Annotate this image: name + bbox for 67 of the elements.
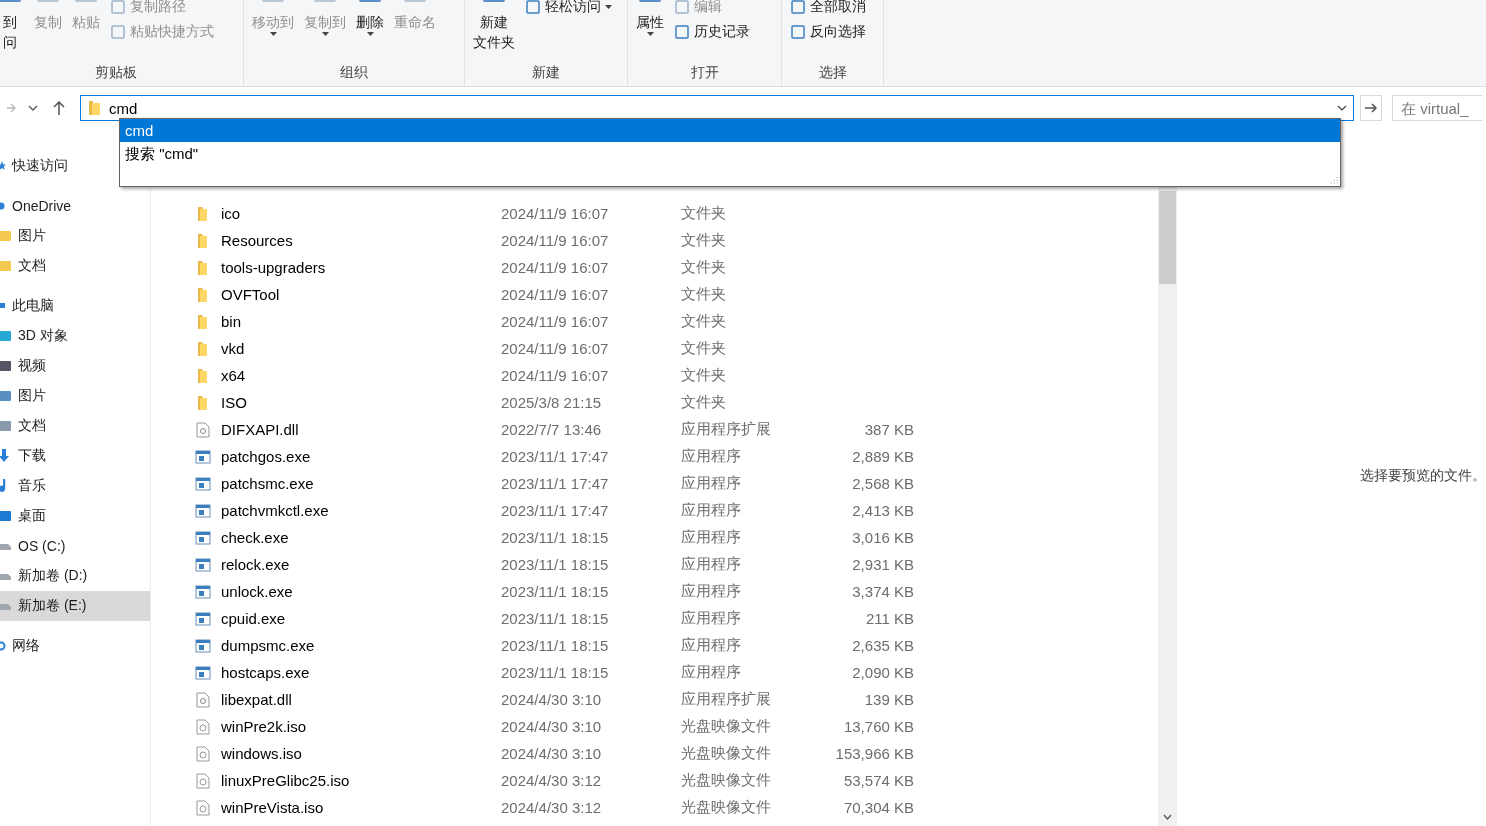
- file-size: 2,413 KB: [851, 502, 914, 519]
- file-date: 2024/4/30 3:10: [501, 745, 603, 762]
- file-date: 2022/7/7 13:46: [501, 421, 603, 438]
- file-type: 文件夹: [681, 312, 727, 331]
- file-type: 光盘映像文件: [681, 798, 772, 817]
- file-date: 2024/11/9 16:07: [501, 259, 610, 276]
- file-date: 2023/11/1 18:15: [501, 583, 610, 600]
- file-size: 2,090 KB: [851, 664, 914, 681]
- file-type: 光盘映像文件: [681, 771, 772, 790]
- file-type: 文件夹: [681, 393, 727, 412]
- group-label: 选择: [817, 63, 848, 82]
- file-date: 2023/11/1 18:15: [501, 529, 610, 546]
- file-date: 2025/3/8 21:15: [501, 394, 603, 411]
- group-label: 剪贴板: [93, 63, 138, 82]
- file-type: 应用程序: [681, 636, 742, 655]
- file-type: 应用程序: [681, 474, 742, 493]
- file-type: 文件夹: [681, 258, 727, 277]
- file-type: 应用程序: [681, 501, 742, 520]
- file-date: 2023/11/1 18:15: [501, 610, 610, 627]
- file-size: 2,931 KB: [851, 556, 914, 573]
- file-date: 2023/11/1 17:47: [501, 502, 610, 519]
- group-label: 打开: [689, 63, 720, 82]
- file-date: 2024/11/9 16:07: [501, 232, 610, 249]
- file-type: 光盘映像文件: [681, 717, 772, 736]
- file-date: 2024/4/30 3:12: [501, 799, 603, 816]
- file-date: 2023/11/1 17:47: [501, 448, 610, 465]
- file-type: 应用程序扩展: [681, 690, 772, 709]
- file-size: 2,889 KB: [851, 448, 914, 465]
- file-type: 应用程序: [681, 447, 742, 466]
- file-date: 2024/4/30 3:10: [501, 718, 603, 735]
- file-size: 2,568 KB: [851, 475, 914, 492]
- file-size: 387 KB: [863, 421, 914, 438]
- file-size: 3,374 KB: [851, 583, 914, 600]
- file-date: 2024/4/30 3:10: [501, 691, 603, 708]
- file-size: 2,635 KB: [851, 637, 914, 654]
- file-date: 2024/11/9 16:07: [501, 367, 610, 384]
- file-date: 2023/11/1 17:47: [501, 475, 610, 492]
- file-size: 211 KB: [864, 610, 914, 627]
- file-type: 文件夹: [681, 366, 727, 385]
- file-type: 光盘映像文件: [681, 744, 772, 763]
- file-type: 文件夹: [681, 231, 727, 250]
- file-type: 应用程序: [681, 582, 742, 601]
- file-type: 文件夹: [681, 204, 727, 223]
- file-date: 2024/11/9 16:07: [501, 286, 610, 303]
- group-label: 新建: [531, 63, 561, 82]
- file-type: 应用程序: [681, 663, 742, 682]
- file-date: 2024/11/9 16:07: [501, 205, 610, 222]
- file-type: 应用程序: [681, 528, 742, 547]
- file-type: 文件夹: [681, 339, 727, 358]
- file-type: 文件夹: [681, 285, 727, 304]
- file-date: 2023/11/1 18:15: [501, 637, 610, 654]
- file-size: 139 KB: [863, 691, 914, 708]
- file-type: 应用程序扩展: [681, 420, 772, 439]
- file-date: 2024/4/30 3:12: [501, 772, 603, 789]
- file-type: 应用程序: [681, 555, 742, 574]
- file-date: 2023/11/1 18:15: [501, 556, 610, 573]
- file-size: 153,966 KB: [834, 745, 914, 762]
- preview-message: 选择要预览的文件。: [1360, 467, 1486, 485]
- file-size: 13,760 KB: [842, 718, 914, 735]
- file-date: 2023/11/1 18:15: [501, 664, 610, 681]
- file-type: 应用程序: [681, 609, 742, 628]
- file-date: 2024/11/9 16:07: [501, 340, 610, 357]
- file-size: 70,304 KB: [842, 799, 914, 816]
- file-size: 53,574 KB: [842, 772, 914, 789]
- file-date: 2024/11/9 16:07: [501, 313, 610, 330]
- group-label: 组织: [339, 63, 369, 82]
- file-size: 3,016 KB: [851, 529, 914, 546]
